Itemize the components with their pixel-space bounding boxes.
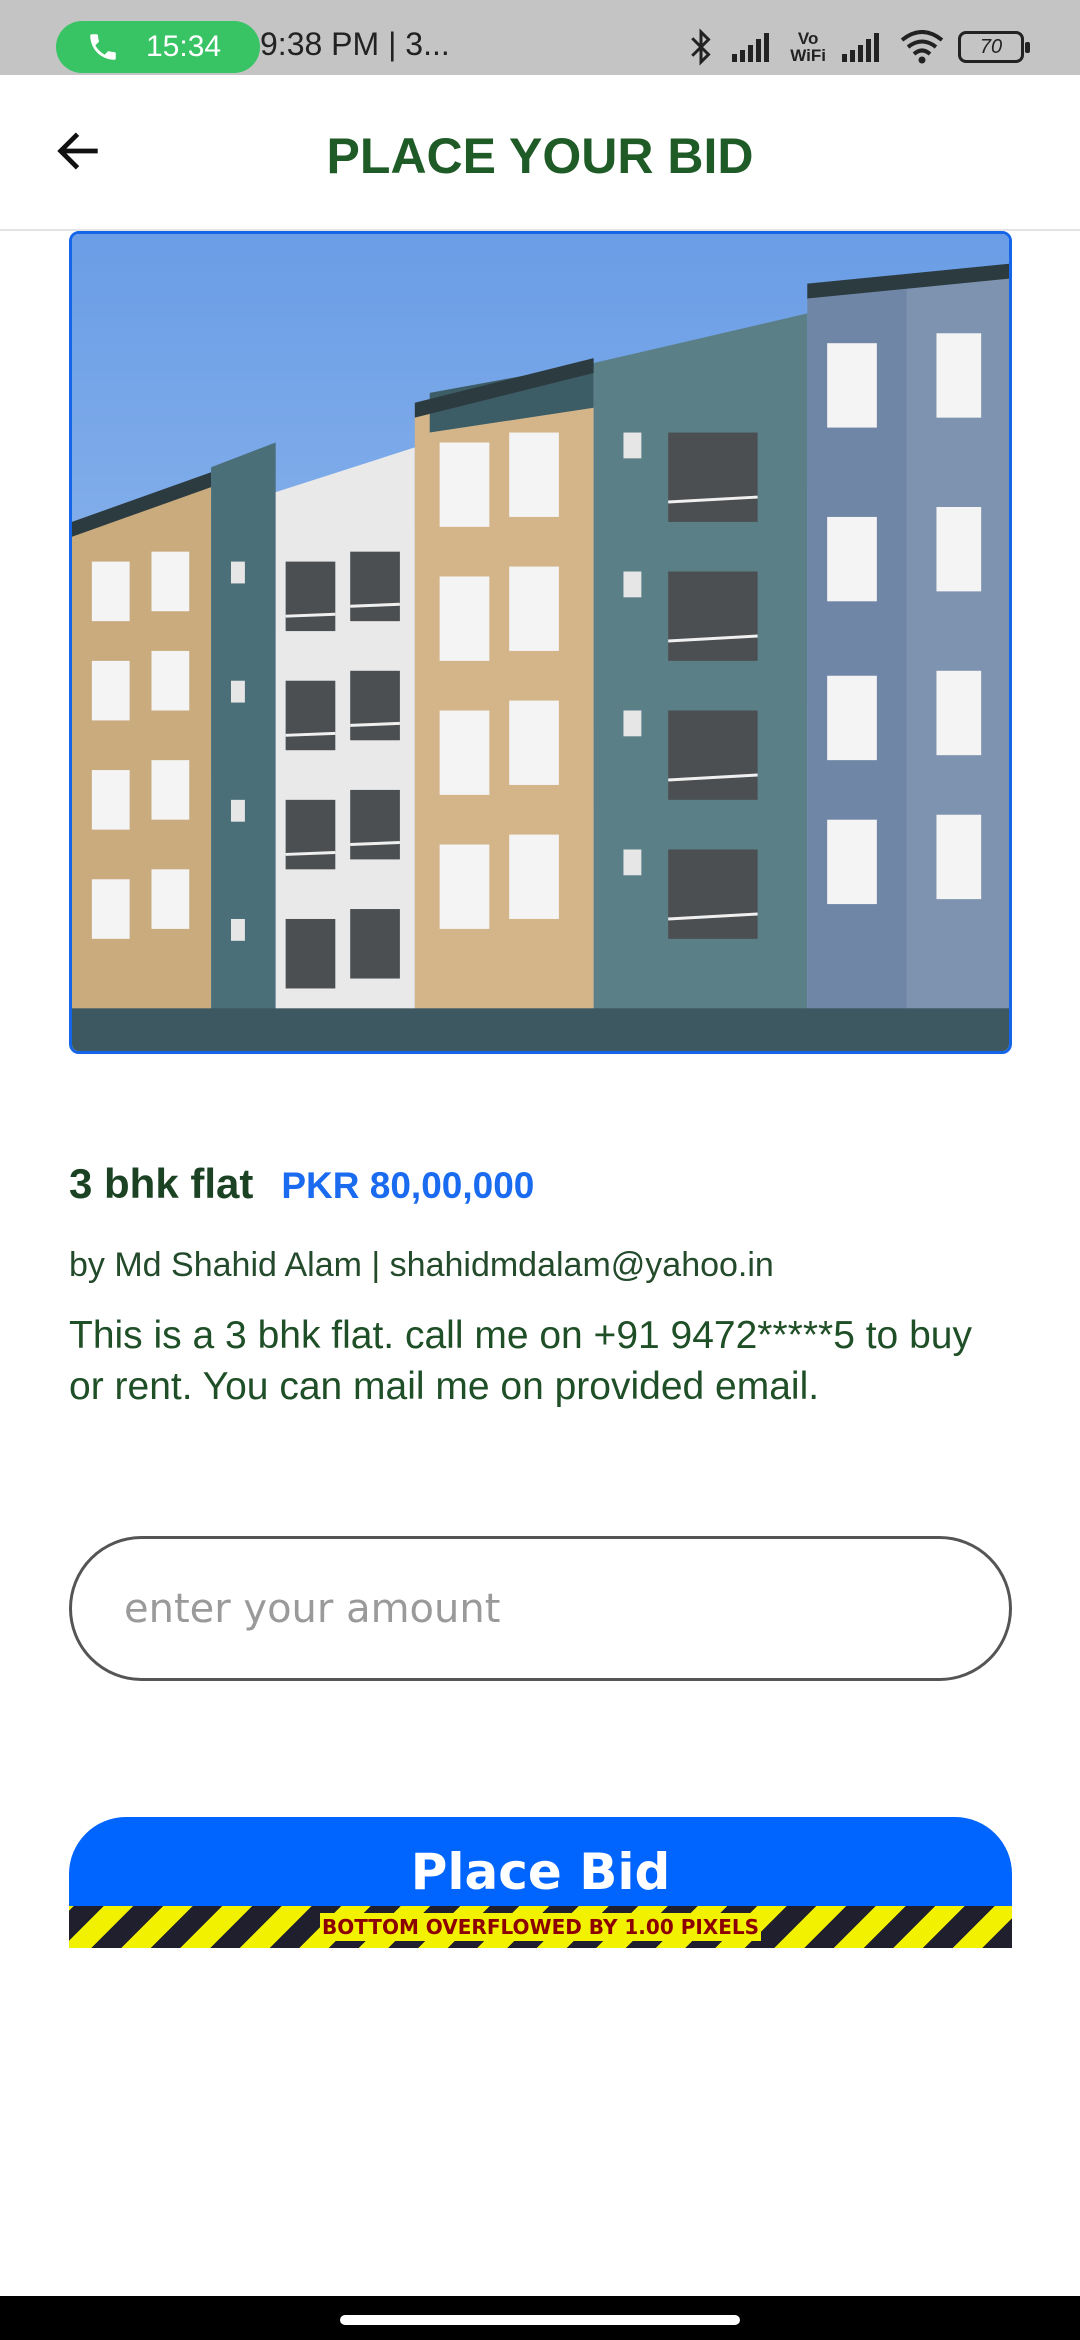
property-title-row: 3 bhk flat PKR 80,00,000 [69, 1160, 534, 1208]
notification-text: 9:38 PM | 3... [260, 26, 450, 62]
ongoing-call-pill[interactable]: 15:34 [56, 21, 260, 73]
signal-icon-2 [840, 30, 886, 64]
vowifi-label-bottom: WiFi [790, 46, 826, 65]
status-icons: Vo WiFi 70 [686, 22, 1030, 72]
vowifi-label-top: Vo [797, 29, 819, 48]
home-indicator[interactable] [340, 2315, 740, 2325]
apartment-building-image [72, 234, 1009, 1051]
app-bar: PLACE YOUR BID [0, 75, 1080, 231]
call-timer: 15:34 [146, 30, 222, 63]
battery-level: 70 [979, 35, 1003, 58]
battery-icon: 70 [958, 31, 1030, 63]
bluetooth-icon [686, 27, 716, 67]
page-title: PLACE YOUR BID [326, 128, 754, 184]
amount-input[interactable] [69, 1536, 1012, 1681]
overflow-warning-stripe: BOTTOM OVERFLOWED BY 1.00 PIXELS [69, 1906, 1012, 1948]
signal-icon [730, 30, 776, 64]
status-bar: 15:34 9:38 PM | 3... Vo WiFi 70 [0, 0, 1080, 75]
property-price: PKR 80,00,000 [281, 1165, 535, 1206]
owner-info: by Md Shahid Alam | shahidmdalam@yahoo.i… [69, 1246, 774, 1284]
phone-icon [86, 30, 120, 64]
property-image [69, 231, 1012, 1054]
wifi-icon [900, 30, 944, 64]
overflow-warning-text: BOTTOM OVERFLOWED BY 1.00 PIXELS [319, 1913, 762, 1941]
property-title: 3 bhk flat [69, 1160, 254, 1207]
vowifi-icon: Vo WiFi [790, 30, 826, 64]
property-description: This is a 3 bhk flat. call me on +91 947… [69, 1314, 972, 1408]
